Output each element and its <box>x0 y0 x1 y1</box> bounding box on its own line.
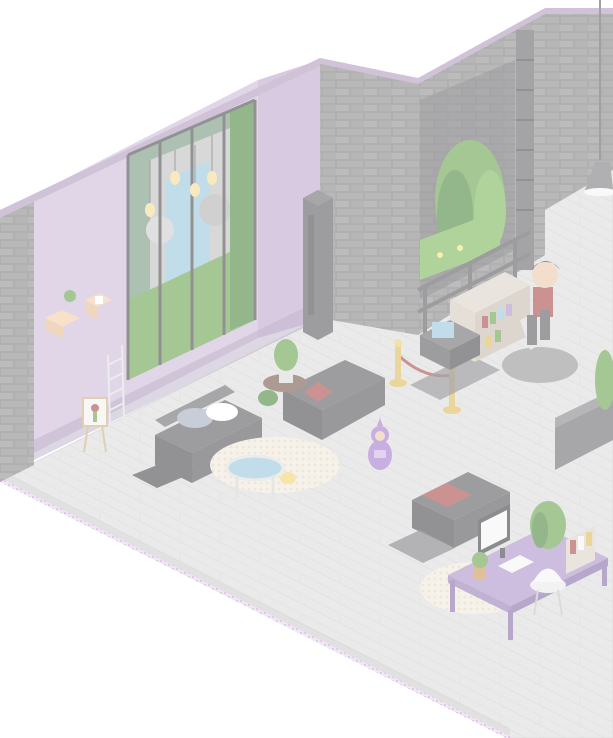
fade-overlay <box>0 0 613 738</box>
room-scene[interactable] <box>0 0 613 738</box>
